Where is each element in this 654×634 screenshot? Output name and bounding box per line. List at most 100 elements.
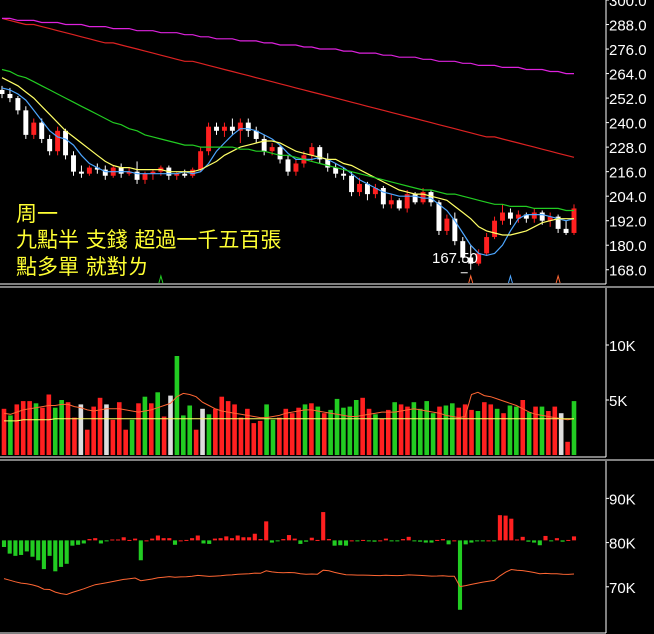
- volume-bar: [104, 404, 109, 455]
- chip-bar: [247, 537, 252, 541]
- volume-bar: [379, 418, 385, 455]
- volume-bar: [161, 416, 167, 455]
- volume-bar: [225, 401, 231, 455]
- chip-bar: [1, 540, 7, 547]
- volume-bar: [353, 400, 359, 455]
- volume-bar: [552, 406, 558, 455]
- event-marker: [468, 274, 474, 284]
- chip-bar: [258, 539, 263, 541]
- candle-body: [229, 126, 235, 131]
- volume-bar: [123, 429, 128, 455]
- chip-bar: [463, 540, 468, 545]
- volume-bar: [398, 404, 404, 455]
- candle-body: [341, 173, 347, 176]
- chip-bar: [469, 540, 474, 543]
- chip-bar: [446, 540, 451, 545]
- chip-bar: [338, 540, 343, 546]
- chip-bar: [93, 538, 98, 541]
- volume-bar: [430, 413, 436, 455]
- volume-bar: [302, 404, 308, 455]
- chip-bar: [41, 540, 46, 570]
- chip-bar: [549, 540, 554, 542]
- volume-bar: [91, 406, 96, 455]
- candle-body: [484, 237, 490, 254]
- chip-bar: [395, 540, 400, 542]
- volume-bar: [494, 408, 500, 455]
- candle-body: [444, 218, 450, 231]
- chip-bar: [115, 539, 121, 541]
- chip-bars: [1, 512, 577, 610]
- volume-bar: [251, 423, 257, 455]
- price-tick-label: 216.0: [609, 165, 647, 182]
- candle-body: [78, 171, 84, 174]
- candle-body: [436, 202, 442, 231]
- event-marker: [507, 274, 513, 284]
- chip-bar: [269, 540, 274, 543]
- chip-bar: [229, 538, 235, 541]
- chip-bar: [435, 539, 440, 541]
- volume-bar: [136, 403, 141, 455]
- volume-bar: [168, 395, 173, 455]
- annotation-line-1: 周一: [16, 202, 58, 226]
- chip-bar: [161, 538, 166, 541]
- volume-bar: [1, 408, 7, 455]
- chip-bar: [429, 540, 434, 543]
- volume-bar: [283, 408, 289, 455]
- chip-bar: [486, 540, 491, 542]
- volume-bar: [40, 407, 45, 455]
- price-tick-label: 300.0: [609, 0, 647, 10]
- chip-bar: [406, 536, 411, 541]
- volume-bar: [546, 411, 551, 455]
- chip-bar: [53, 540, 58, 572]
- chip-bar: [383, 538, 388, 541]
- volume-bar: [507, 405, 513, 455]
- candle-body: [452, 218, 458, 242]
- volume-bar: [59, 400, 64, 455]
- chip-bar: [224, 536, 229, 541]
- ma-line-ma60: [1, 17, 575, 158]
- panel-frames: [0, 0, 654, 634]
- candle-body: [214, 126, 219, 131]
- volume-bar: [347, 406, 353, 455]
- candle-body: [182, 173, 188, 176]
- event-marker: [158, 274, 164, 284]
- chip-bar: [98, 540, 103, 544]
- chip-bar: [167, 538, 172, 541]
- chip-bar: [207, 540, 212, 544]
- volume-bar: [360, 397, 365, 455]
- candle-body: [39, 122, 45, 139]
- volume-bar: [116, 402, 122, 455]
- chip-bar: [503, 515, 508, 541]
- chip-bar: [110, 539, 115, 541]
- chip-bar: [343, 540, 349, 546]
- price-tick-label: 264.0: [609, 67, 647, 84]
- annotation-line-2: 九點半 支錢 超過一千五百張: [16, 228, 281, 252]
- chip-bar: [58, 540, 64, 567]
- chip-tick-label: 80K: [609, 536, 636, 553]
- volume-bar: [488, 404, 494, 455]
- volume-bar: [405, 406, 410, 455]
- price-tick-label: 180.0: [609, 238, 647, 255]
- chip-bar: [378, 540, 383, 542]
- chip-bar: [389, 540, 394, 542]
- candle-body: [531, 212, 537, 219]
- chip-bar: [218, 538, 223, 541]
- volume-tick-label: 5K: [609, 393, 627, 410]
- chip-bar: [195, 535, 200, 541]
- chip-bar: [241, 537, 246, 541]
- volume-bars: [1, 356, 577, 455]
- chip-bar: [560, 540, 565, 542]
- chip-bar: [138, 540, 143, 561]
- candle-body: [285, 159, 291, 172]
- volume-bar: [450, 403, 455, 455]
- volume-panel: 10K 5K: [1, 338, 636, 455]
- candle-body: [118, 167, 124, 174]
- chip-bar: [355, 540, 360, 542]
- volume-bar: [232, 404, 237, 455]
- volume-bar: [129, 419, 135, 455]
- chip-bar: [155, 535, 160, 541]
- chip-bar: [309, 537, 314, 541]
- candle-body: [571, 208, 577, 233]
- volume-bar: [33, 403, 39, 455]
- price-tick-label: 276.0: [609, 42, 647, 59]
